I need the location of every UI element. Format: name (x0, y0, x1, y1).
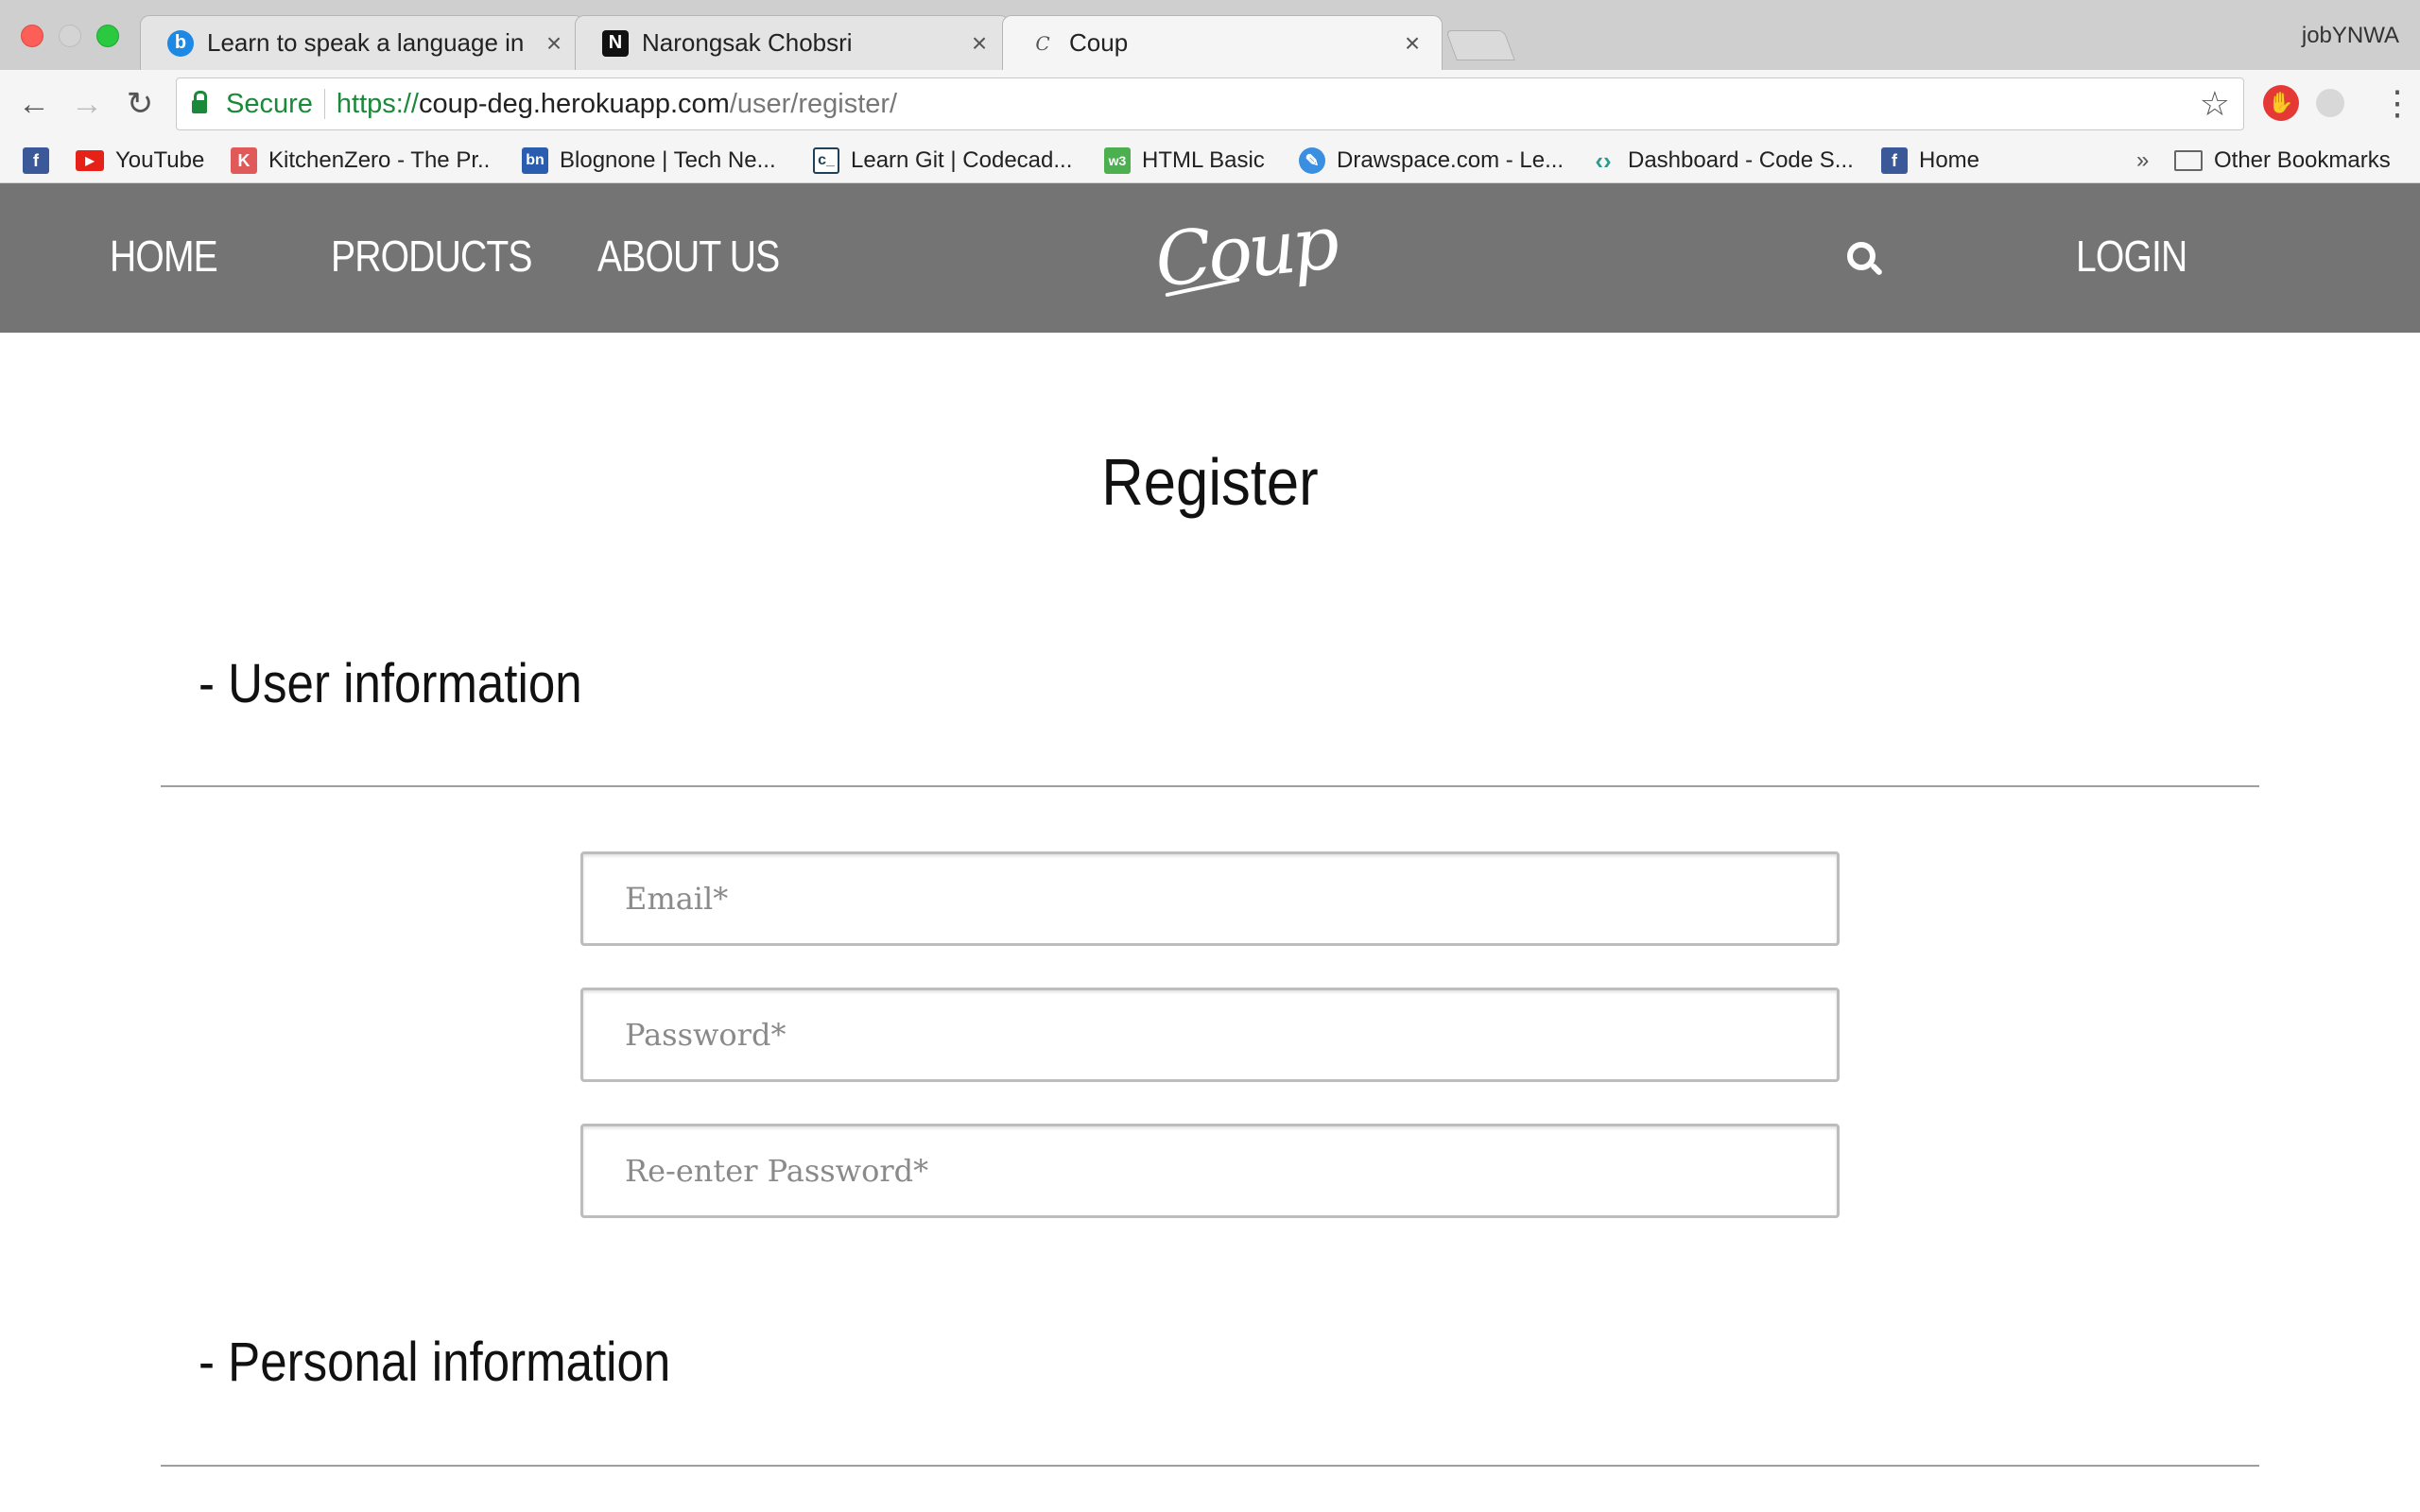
bookmark-label: YouTube (115, 147, 205, 173)
search-icon[interactable] (1847, 242, 1885, 280)
bookmark-label: HTML Basic (1142, 147, 1265, 173)
minimize-window-button[interactable] (59, 25, 81, 47)
bookmark-label: Learn Git | Codecad... (851, 147, 1073, 173)
bookmark-label: KitchenZero - The Pr.. (268, 147, 491, 173)
bookmark-html-basic[interactable]: w3 HTML Basic (1104, 146, 1265, 176)
bookmark-facebook[interactable]: f (23, 146, 60, 176)
bookmark-codecademy[interactable]: c_ Learn Git | Codecad... (813, 146, 1072, 176)
back-arrow-icon[interactable]: ← (15, 85, 53, 123)
blognone-icon: bn (522, 147, 548, 174)
section-divider (161, 785, 2259, 787)
close-icon[interactable]: × (967, 28, 992, 59)
tab-title: Coup (1069, 28, 1129, 57)
codecademy-icon: c_ (813, 147, 839, 174)
password-input[interactable] (580, 988, 1840, 1082)
new-tab-button[interactable] (1445, 30, 1515, 60)
bookmarks-overflow-button[interactable]: » (2136, 147, 2149, 174)
shield-extension-icon[interactable] (2316, 89, 2344, 117)
profile-name[interactable]: jobYNWA (2302, 23, 2399, 49)
bookmark-kitchenzero[interactable]: K KitchenZero - The Pr.. (231, 146, 490, 176)
facebook-icon: f (1881, 147, 1908, 174)
tab-coup[interactable]: C Coup × (1002, 15, 1443, 70)
bookmark-label: Home (1919, 147, 1980, 173)
bookmark-blognone[interactable]: bn Blognone | Tech Ne... (522, 146, 776, 176)
nav-products[interactable]: PRODUCTS (331, 231, 532, 282)
tab-title: Narongsak Chobsri (642, 28, 853, 57)
browser-toolbar: ← → ↻ Secure https:// coup-deg.herokuapp… (0, 70, 2420, 138)
tab-title: Learn to speak a language in 10 (207, 28, 530, 57)
bookmark-codeschool[interactable]: ‹› Dashboard - Code S... (1590, 146, 1854, 176)
coup-logo[interactable]: Coup (1151, 200, 1340, 303)
adblock-extension-icon[interactable]: ✋ (2263, 85, 2299, 121)
close-window-button[interactable] (21, 25, 43, 47)
nav-about-us[interactable]: ABOUT US (597, 231, 780, 282)
reload-icon[interactable]: ↻ (121, 85, 159, 123)
divider (323, 89, 325, 119)
close-icon[interactable]: × (1400, 28, 1425, 59)
maximize-window-button[interactable] (96, 25, 119, 47)
tab-learn-language[interactable]: b Learn to speak a language in 10 × (140, 15, 584, 70)
nav-login[interactable]: LOGIN (2076, 231, 2187, 282)
lock-icon (192, 91, 207, 113)
babbel-icon: b (167, 29, 194, 57)
tab-narongsak[interactable]: N Narongsak Chobsri × (575, 15, 1010, 70)
bookmarks-bar: f ▶ YouTube K KitchenZero - The Pr.. bn … (0, 138, 2420, 183)
youtube-icon: ▶ (76, 150, 104, 171)
other-bookmarks[interactable]: Other Bookmarks (2174, 146, 2391, 176)
bookmark-label: Dashboard - Code S... (1628, 147, 1854, 173)
bookmark-home[interactable]: f Home (1881, 146, 1979, 176)
close-icon[interactable]: × (542, 28, 566, 59)
site-navbar: HOME PRODUCTS ABOUT US Coup LOGIN (0, 183, 2420, 333)
section-user-information: - User information (199, 653, 582, 714)
browser-tab-strip: b Learn to speak a language in 10 × N Na… (0, 0, 2420, 70)
notion-icon: N (602, 29, 629, 57)
forward-arrow-icon[interactable]: → (68, 85, 106, 123)
folder-icon (2174, 150, 2203, 171)
secure-label: Secure (226, 88, 313, 119)
w3schools-icon: w3 (1104, 147, 1131, 174)
page-title: Register (1101, 445, 1319, 519)
section-personal-information: - Personal information (199, 1332, 671, 1393)
address-bar[interactable]: Secure https:// coup-deg.herokuapp.com /… (176, 77, 2244, 130)
drawspace-icon: ✎ (1299, 147, 1325, 174)
reenter-password-input[interactable] (580, 1124, 1840, 1218)
browser-menu-icon[interactable]: ⋮ (2380, 79, 2414, 127)
bookmark-label: Blognone | Tech Ne... (560, 147, 776, 173)
bookmark-label: Drawspace.com - Le... (1337, 147, 1564, 173)
kitchenzero-icon: K (231, 147, 257, 174)
bookmark-star-icon[interactable]: ☆ (2200, 84, 2230, 124)
url-path: /user/register/ (729, 88, 898, 119)
nav-home[interactable]: HOME (110, 231, 218, 282)
codeschool-icon: ‹› (1595, 146, 1612, 175)
other-bookmarks-label: Other Bookmarks (2214, 147, 2391, 173)
coup-favicon-icon: C (1035, 31, 1050, 55)
email-input[interactable] (580, 851, 1840, 946)
url-host: coup-deg.herokuapp.com (418, 88, 730, 119)
bookmark-youtube[interactable]: ▶ YouTube (76, 146, 204, 176)
section-divider (161, 1465, 2259, 1467)
url-scheme: https:// (336, 88, 419, 119)
bookmark-drawspace[interactable]: ✎ Drawspace.com - Le... (1299, 146, 1564, 176)
facebook-icon: f (23, 147, 49, 174)
